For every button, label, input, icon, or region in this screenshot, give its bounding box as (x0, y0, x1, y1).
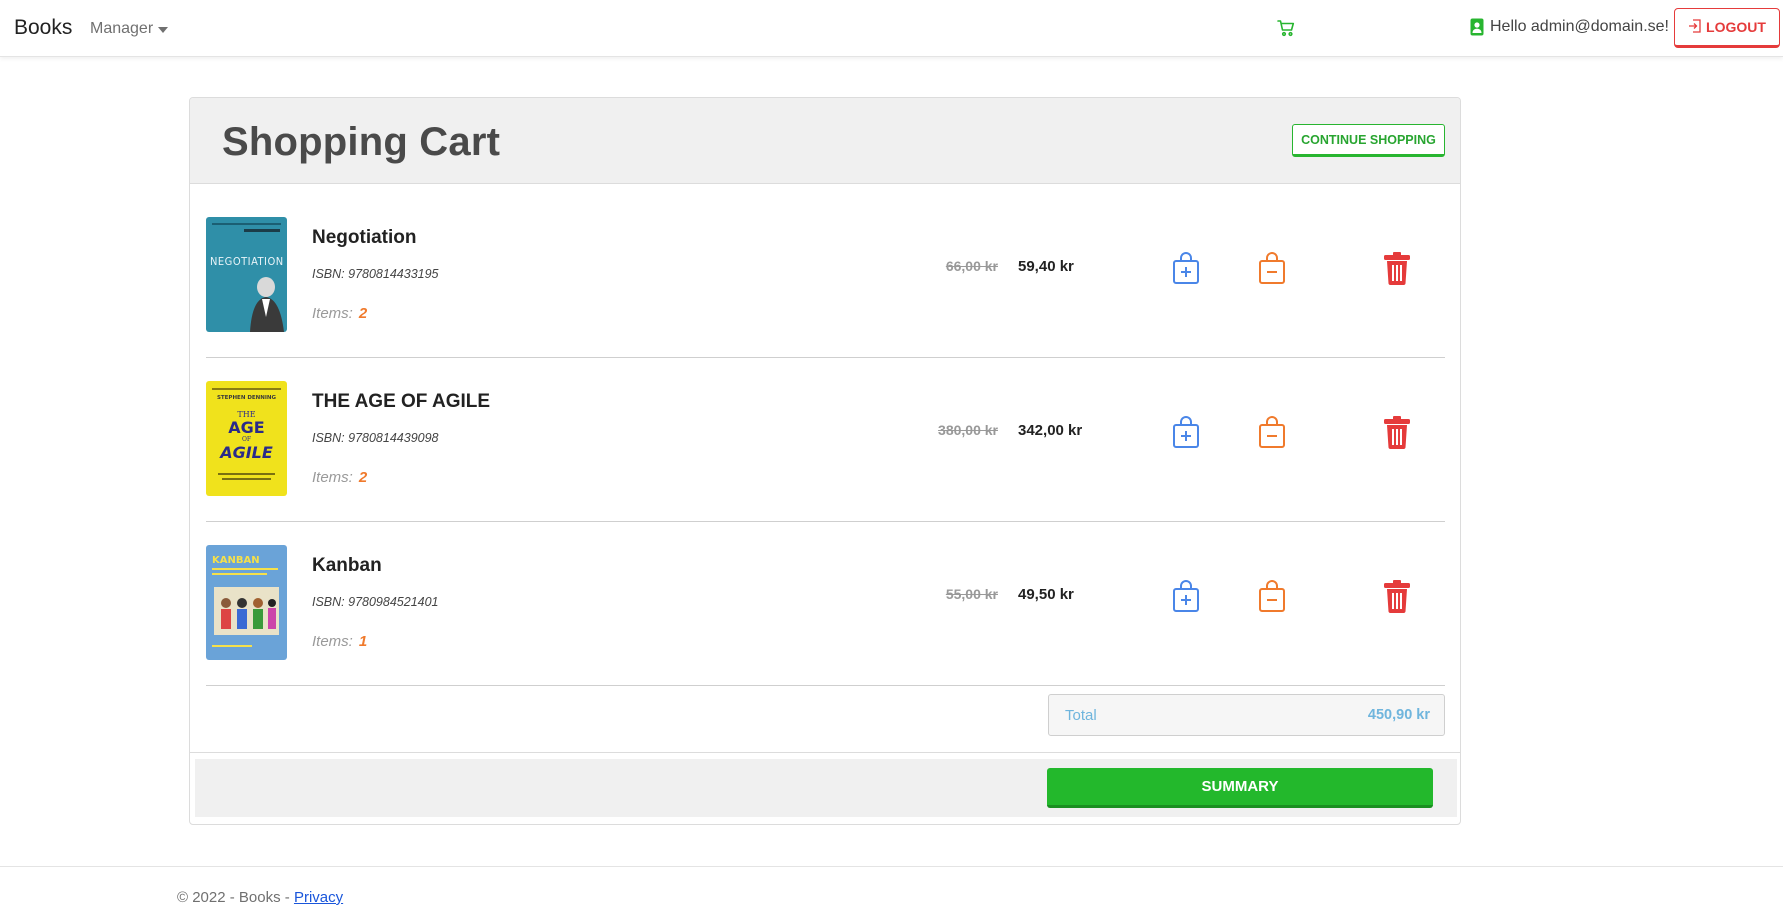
delete-item-button[interactable] (1380, 413, 1414, 451)
quantity-value: 1 (358, 633, 368, 650)
manager-dropdown[interactable]: Manager (90, 20, 169, 38)
svg-text:OF: OF (242, 436, 251, 443)
item-quantity: Items: 2 (312, 469, 367, 486)
cart-footer: SUMMARY (190, 752, 1460, 824)
bag-dash-icon (1259, 416, 1285, 448)
manager-dropdown-label: Manager (90, 20, 154, 37)
svg-text:STEPHEN DENNING: STEPHEN DENNING (217, 395, 277, 401)
caret-down-icon (158, 27, 169, 33)
book-isbn: ISBN: 9780814439098 (312, 431, 439, 445)
svg-text:KANBAN: KANBAN (212, 555, 260, 566)
total-label: Total (1065, 707, 1097, 724)
shopping-cart-card: Shopping Cart CONTINUE SHOPPING NEGOTIAT… (189, 97, 1461, 825)
quantity-value: 2 (358, 305, 368, 322)
total-value: 450,90 kr (1367, 707, 1430, 723)
copyright-text: © 2022 - Books - (177, 889, 294, 906)
book-isbn: ISBN: 9780984521401 (312, 595, 439, 609)
discounted-price: 49,50 kr (1018, 586, 1074, 603)
user-badge-icon (1470, 18, 1484, 36)
trash-icon (1384, 416, 1410, 449)
book-isbn: ISBN: 9780814433195 (312, 267, 439, 281)
book-title[interactable]: Kanban (312, 555, 382, 577)
items-label: Items: (312, 469, 353, 486)
page-title: Shopping Cart (222, 120, 501, 164)
book-title[interactable]: THE AGE OF AGILE (312, 391, 490, 413)
delete-item-button[interactable] (1380, 577, 1414, 615)
book-cover-image[interactable]: NEGOTIATION (206, 217, 287, 332)
remove-one-button[interactable] (1255, 413, 1289, 451)
trash-icon (1384, 580, 1410, 613)
item-quantity: Items: 1 (312, 633, 367, 650)
cart-item: STEPHEN DENNING THE AGE OF AGILE THE AGE… (206, 358, 1445, 522)
top-navbar: Books Manager Hello admin@domain.se! LOG… (0, 0, 1783, 57)
original-price: 55,00 kr (945, 586, 998, 602)
brand-link[interactable]: Books (14, 16, 72, 40)
quantity-value: 2 (358, 469, 368, 486)
cart-icon[interactable] (1277, 19, 1295, 37)
cart-footer-bar: SUMMARY (195, 759, 1457, 817)
continue-shopping-button[interactable]: CONTINUE SHOPPING (1292, 124, 1445, 157)
svg-text:AGE: AGE (228, 418, 264, 437)
cart-header: Shopping Cart CONTINUE SHOPPING (190, 98, 1460, 184)
discounted-price: 59,40 kr (1018, 258, 1074, 275)
cart-item: NEGOTIATION Negotiation ISBN: 9780814433… (206, 194, 1445, 358)
summary-button[interactable]: SUMMARY (1047, 768, 1433, 808)
book-title[interactable]: Negotiation (312, 227, 417, 249)
svg-text:AGILE: AGILE (218, 443, 273, 462)
logout-button[interactable]: LOGOUT (1674, 8, 1780, 48)
book-cover-image[interactable]: KANBAN (206, 545, 287, 660)
user-greeting[interactable]: Hello admin@domain.se! (1470, 18, 1669, 36)
bag-plus-icon (1173, 416, 1199, 448)
logout-label: LOGOUT (1706, 19, 1766, 35)
trash-icon (1384, 252, 1410, 285)
greeting-text: Hello admin@domain.se! (1490, 18, 1669, 35)
bag-plus-icon (1173, 580, 1199, 612)
remove-one-button[interactable] (1255, 577, 1289, 615)
logout-icon (1688, 18, 1702, 36)
items-label: Items: (312, 305, 353, 322)
book-cover-image[interactable]: STEPHEN DENNING THE AGE OF AGILE (206, 381, 287, 496)
privacy-link[interactable]: Privacy (294, 889, 343, 906)
items-label: Items: (312, 633, 353, 650)
original-price: 380,00 kr (938, 422, 998, 438)
bag-plus-icon (1173, 252, 1199, 284)
svg-text:NEGOTIATION: NEGOTIATION (210, 255, 284, 268)
discounted-price: 342,00 kr (1018, 422, 1083, 439)
delete-item-button[interactable] (1380, 249, 1414, 287)
page-footer: © 2022 - Books - Privacy (0, 866, 1783, 917)
add-one-button[interactable] (1169, 577, 1203, 615)
add-one-button[interactable] (1169, 413, 1203, 451)
cart-total: Total 450,90 kr (1048, 694, 1445, 736)
footer-text: © 2022 - Books - Privacy (177, 889, 343, 906)
bag-dash-icon (1259, 580, 1285, 612)
original-price: 66,00 kr (945, 258, 998, 274)
add-one-button[interactable] (1169, 249, 1203, 287)
bag-dash-icon (1259, 252, 1285, 284)
remove-one-button[interactable] (1255, 249, 1289, 287)
item-quantity: Items: 2 (312, 305, 367, 322)
cart-item: KANBAN Kanban ISBN: 9780984521401 Items:… (206, 522, 1445, 686)
